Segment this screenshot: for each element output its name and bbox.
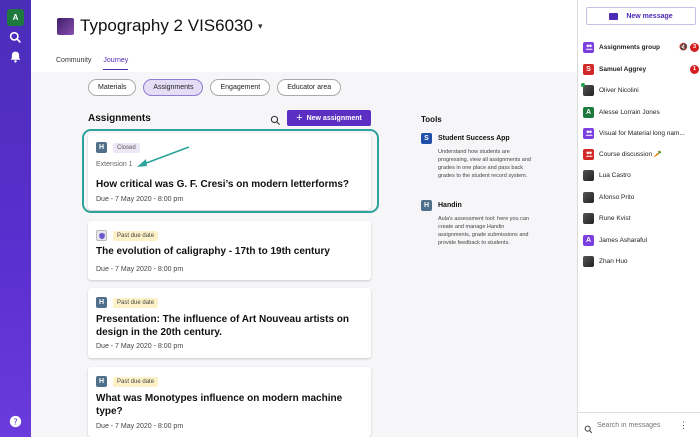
top-tabs: Community Journey bbox=[56, 57, 140, 70]
tool-description: Understand how students are progressing,… bbox=[438, 149, 531, 179]
conversation-name: Assignments group bbox=[599, 43, 661, 51]
online-indicator bbox=[581, 82, 585, 87]
avatar bbox=[583, 212, 594, 224]
conversation-name: Course discussion 🥕 bbox=[599, 151, 663, 158]
tool-student-success[interactable]: S Student Success App Understand how stu… bbox=[421, 133, 531, 180]
conversation-item[interactable]: Visual for Material long nam... bbox=[583, 126, 699, 140]
assignment-title: Presentation: The influence of Art Nouve… bbox=[96, 314, 349, 338]
chip-assignments[interactable]: Assignments bbox=[143, 79, 204, 96]
tool-description: Aula's assessment tool: here you can cre… bbox=[438, 216, 529, 246]
course-title[interactable]: Typography 2 VIS6030 ▾ bbox=[57, 16, 263, 36]
card-badges: H Past due date bbox=[96, 297, 159, 308]
chevron-down-icon[interactable]: ▾ bbox=[258, 21, 263, 32]
tools-heading: Tools bbox=[421, 115, 442, 124]
conversation-item[interactable]: A James Asharaful bbox=[583, 233, 699, 247]
group-icon bbox=[583, 148, 594, 160]
new-message-label: New message bbox=[626, 12, 673, 20]
group-icon bbox=[583, 41, 594, 53]
conversation-name: Lua Castro bbox=[599, 171, 631, 179]
avatar bbox=[583, 255, 594, 267]
status-badge: Past due date bbox=[113, 376, 159, 387]
new-assignment-button[interactable]: + New assignment bbox=[287, 110, 371, 126]
assignment-card[interactable]: Past due date The evolution of caligraph… bbox=[88, 221, 371, 280]
chip-engagement[interactable]: Engagement bbox=[210, 79, 271, 96]
annotation-arrow-icon bbox=[137, 146, 190, 167]
due-date: Due - 7 May 2020 - 8:00 pm bbox=[96, 423, 184, 430]
assignment-title: The evolution of caligraphy - 17th to 19… bbox=[96, 246, 330, 257]
course-logo bbox=[57, 17, 74, 35]
search-icon[interactable] bbox=[270, 113, 281, 126]
tool-handin[interactable]: H Handin Aula's assessment tool: here yo… bbox=[421, 200, 529, 247]
conversation-name: Alesse Lorrain Jones bbox=[599, 108, 660, 116]
mute-icon: 🔇 bbox=[679, 44, 688, 51]
conversation-name: Rune Kvist bbox=[599, 214, 631, 222]
chip-materials[interactable]: Materials bbox=[88, 79, 137, 96]
assignment-card[interactable]: H Past due date What was Monotypes influ… bbox=[88, 367, 371, 437]
new-assignment-label: New assignment bbox=[306, 114, 362, 122]
conversation-item[interactable]: Zhan Huo bbox=[583, 254, 699, 268]
conversation-item[interactable]: Afonso Prito bbox=[583, 190, 699, 204]
card-badges: H Past due date bbox=[96, 376, 159, 387]
status-badge: Past due date bbox=[113, 230, 159, 241]
search-icon[interactable] bbox=[9, 31, 22, 44]
unread-badge: 1 bbox=[690, 64, 699, 74]
highlight-outline bbox=[82, 129, 379, 213]
conversation-item[interactable]: Assignments group 🔇 3 bbox=[583, 40, 699, 54]
avatar bbox=[583, 191, 594, 203]
avatar bbox=[581, 82, 594, 96]
conversation-name: Samuel Aggrey bbox=[599, 65, 647, 73]
status-badge: Past due date bbox=[113, 297, 159, 308]
user-avatar[interactable]: A bbox=[7, 9, 24, 26]
shield-icon bbox=[96, 230, 107, 241]
plus-icon: + bbox=[296, 112, 303, 124]
tab-community[interactable]: Community bbox=[56, 57, 91, 70]
conversation-item[interactable]: S Samuel Aggrey 1 bbox=[583, 62, 699, 76]
card-badges: Past due date bbox=[96, 230, 159, 241]
tool-name: Handin bbox=[438, 202, 462, 209]
conversation-name: James Asharaful bbox=[599, 236, 648, 244]
handin-icon: H bbox=[96, 376, 107, 387]
assignments-heading: Assignments bbox=[88, 113, 151, 124]
avatar bbox=[583, 169, 594, 181]
chip-educator-area[interactable]: Educator area bbox=[277, 79, 342, 96]
messages-panel: New message Assignments group 🔇 3 S Samu… bbox=[577, 0, 700, 437]
help-icon[interactable]: ? bbox=[9, 415, 22, 428]
conversation-item[interactable]: Lua Castro bbox=[583, 168, 699, 182]
group-icon bbox=[583, 127, 594, 139]
conversation-name: Afonso Prito bbox=[599, 193, 635, 201]
avatar: S bbox=[583, 63, 594, 75]
tool-name: Student Success App bbox=[438, 135, 510, 142]
tab-journey[interactable]: Journey bbox=[103, 57, 129, 70]
handin-icon: H bbox=[421, 200, 432, 211]
conversation-item[interactable]: A Alesse Lorrain Jones bbox=[583, 105, 699, 119]
conversation-name: Zhan Huo bbox=[599, 257, 628, 265]
left-rail: A ? bbox=[0, 0, 31, 437]
conversation-name: Oliver Nicolini bbox=[599, 86, 639, 94]
bell-icon[interactable] bbox=[9, 50, 22, 63]
due-date: Due - 7 May 2020 - 8:00 pm bbox=[96, 266, 184, 273]
message-search-bar: ⋮ bbox=[578, 412, 700, 437]
sub-tabs: Materials Assignments Engagement Educato… bbox=[88, 79, 348, 96]
due-date: Due - 7 May 2020 - 8:00 pm bbox=[96, 343, 184, 350]
message-icon bbox=[609, 12, 619, 20]
avatar: A bbox=[583, 106, 594, 118]
more-options-icon[interactable]: ⋮ bbox=[679, 420, 688, 431]
course-title-text: Typography 2 VIS6030 bbox=[80, 16, 253, 35]
assignment-card[interactable]: H Past due date Presentation: The influe… bbox=[88, 288, 371, 358]
avatar: A bbox=[583, 234, 594, 246]
search-icon bbox=[584, 421, 593, 433]
student-success-icon: S bbox=[421, 133, 432, 144]
conversation-name: Visual for Material long nam... bbox=[599, 129, 685, 137]
search-messages-input[interactable] bbox=[597, 421, 679, 429]
conversation-item[interactable]: Oliver Nicolini bbox=[581, 82, 699, 97]
new-message-button[interactable]: New message bbox=[586, 7, 696, 25]
assignment-title: What was Monotypes influence on modern m… bbox=[96, 393, 343, 417]
handin-icon: H bbox=[96, 297, 107, 308]
conversation-item[interactable]: Rune Kvist bbox=[583, 211, 699, 225]
unread-badge: 3 bbox=[690, 42, 699, 52]
svg-text:?: ? bbox=[13, 416, 17, 426]
conversation-item[interactable]: Course discussion 🥕 bbox=[583, 147, 699, 161]
